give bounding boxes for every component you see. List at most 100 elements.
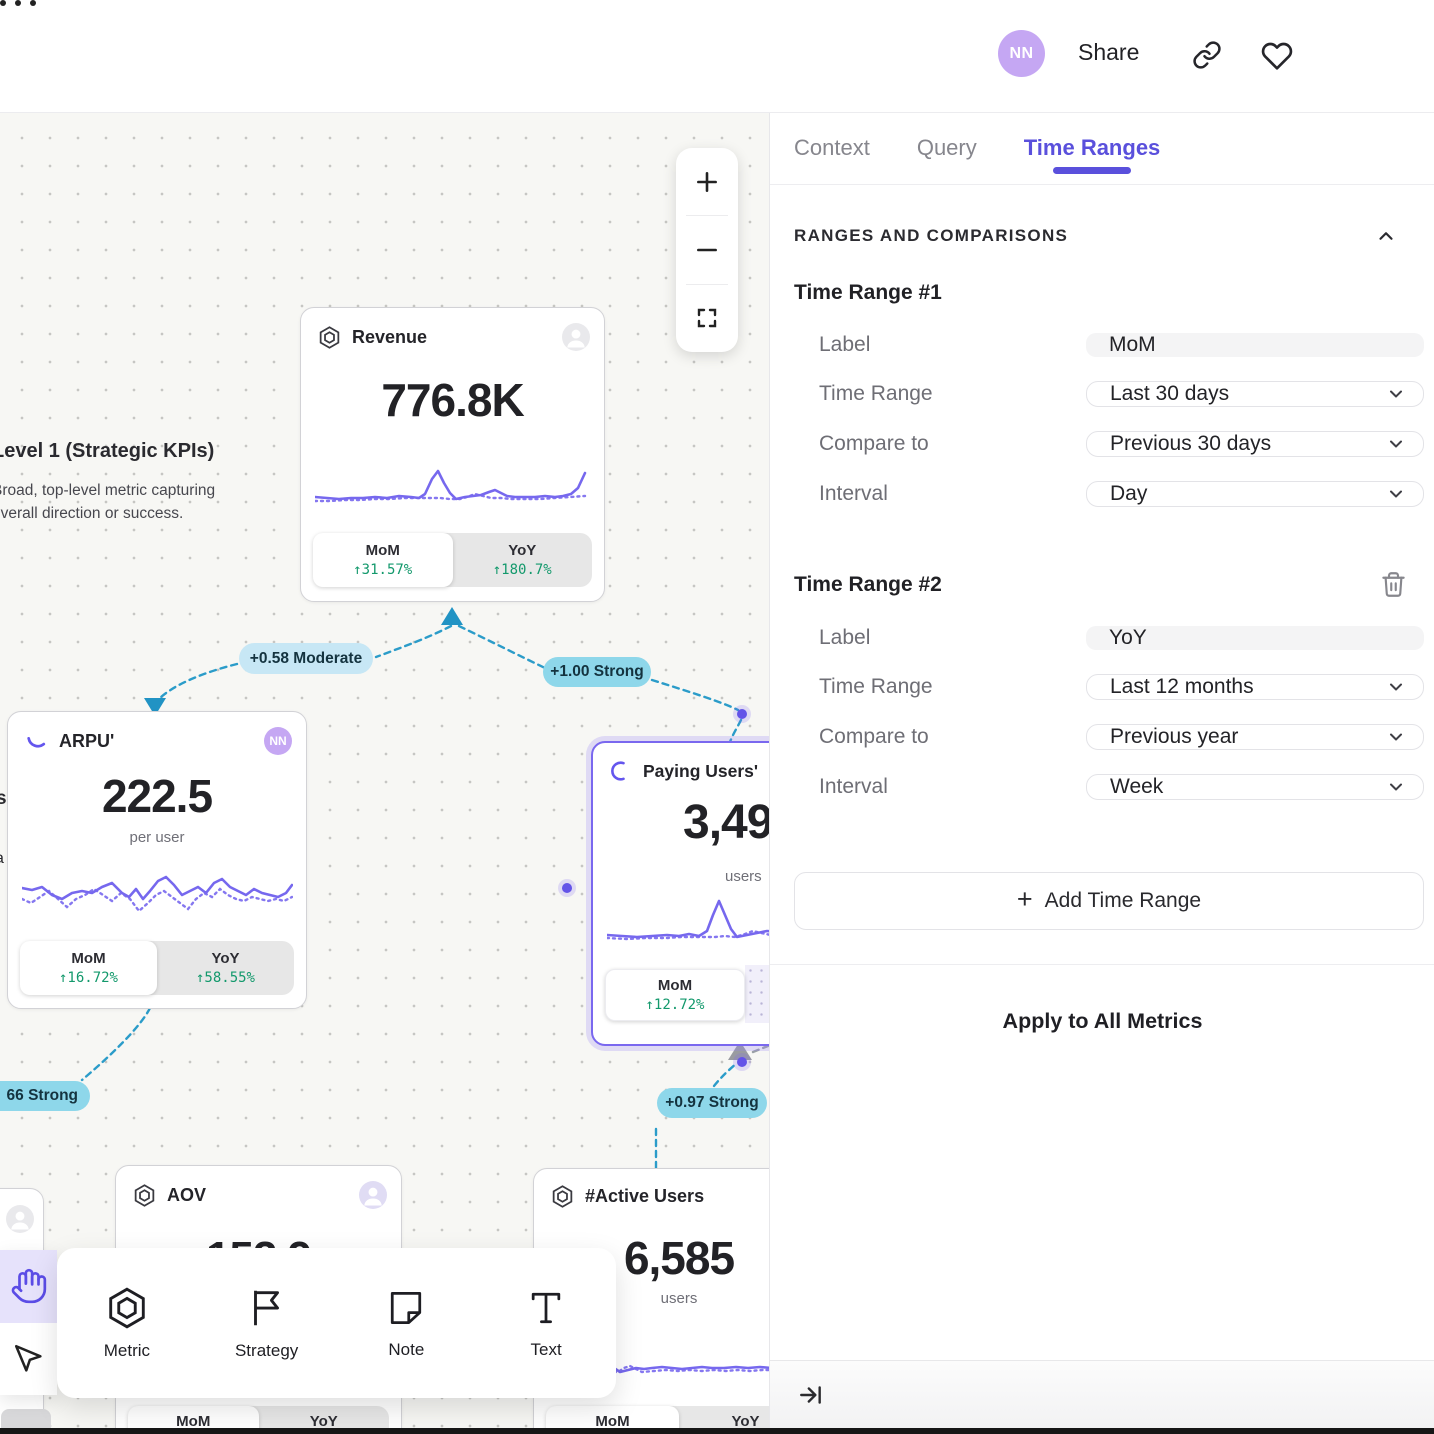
correlation-label[interactable]: +1.00 Strong bbox=[543, 657, 651, 687]
share-button[interactable]: Share bbox=[1078, 39, 1139, 66]
owner-avatar-placeholder[interactable] bbox=[562, 323, 590, 351]
compare-to-select[interactable]: Previous 30 days bbox=[1086, 431, 1424, 457]
toggle-yoy[interactable]: YoY ↑58.55% bbox=[157, 941, 294, 995]
comparison-toggle: MoM ↑16.72% YoY ↑58.55% bbox=[20, 941, 294, 995]
favorite-heart-icon[interactable] bbox=[1261, 40, 1293, 72]
field-label: Time Range bbox=[819, 382, 933, 406]
field-label: Interval bbox=[819, 482, 888, 506]
metric-value: 3,499 bbox=[683, 795, 769, 850]
correlation-label[interactable]: 66 Strong bbox=[0, 1081, 90, 1111]
label-input-value: MoM bbox=[1109, 333, 1156, 357]
interval-select[interactable]: Week bbox=[1086, 774, 1424, 800]
zoom-control bbox=[676, 148, 738, 352]
chevron-down-icon bbox=[1386, 434, 1406, 454]
zoom-out-button[interactable] bbox=[676, 216, 738, 283]
metric-unit: users bbox=[725, 868, 762, 885]
toggle-value: ↑12.72% bbox=[645, 997, 704, 1013]
chevron-up-icon[interactable] bbox=[1375, 225, 1397, 247]
select-value: Previous year bbox=[1110, 725, 1238, 749]
metric-tree-canvas[interactable]: s a Level 1 (Strategic KPIs) Broad, top-… bbox=[0, 112, 769, 1434]
metric-hexagon-icon bbox=[317, 325, 342, 350]
toggle-label: MoM bbox=[366, 542, 400, 559]
correlation-label[interactable]: +0.97 Strong bbox=[657, 1088, 767, 1118]
text-tool-button[interactable]: Text bbox=[476, 1286, 616, 1360]
field-label: Time Range bbox=[819, 675, 933, 699]
label-input-value: YoY bbox=[1109, 626, 1147, 650]
owner-avatar-placeholder[interactable] bbox=[6, 1205, 34, 1233]
hand-tool-button[interactable] bbox=[0, 1250, 57, 1323]
time-range-2-title: Time Range #2 bbox=[794, 573, 942, 597]
tab-query[interactable]: Query bbox=[917, 135, 977, 161]
bottom-edge-bar bbox=[0, 1428, 1434, 1434]
chevron-down-icon bbox=[1386, 777, 1406, 797]
note-icon bbox=[384, 1286, 428, 1330]
owner-avatar[interactable]: NN bbox=[264, 727, 292, 755]
chevron-down-icon bbox=[1386, 677, 1406, 697]
owner-avatar-placeholder[interactable] bbox=[359, 1181, 387, 1209]
interval-select[interactable]: Day bbox=[1086, 481, 1424, 507]
toggle-value: ↑58.55% bbox=[196, 970, 255, 986]
tool-label: Note bbox=[388, 1340, 424, 1360]
toggle-mom[interactable]: MoM ↑31.57% bbox=[313, 533, 453, 587]
add-time-range-button[interactable]: + Add Time Range bbox=[794, 872, 1424, 930]
select-value: Previous 30 days bbox=[1110, 432, 1271, 456]
apply-all-metrics-button[interactable]: Apply to All Metrics bbox=[770, 1009, 1434, 1034]
card-title: Revenue bbox=[352, 327, 552, 348]
toggle-mom[interactable]: MoM ↑12.72% bbox=[605, 969, 745, 1021]
more-options-icon[interactable] bbox=[0, 0, 1434, 6]
link-icon[interactable] bbox=[1192, 40, 1222, 70]
card-title: AOV bbox=[167, 1185, 349, 1206]
metric-tool-button[interactable]: Metric bbox=[57, 1285, 197, 1361]
select-value: Day bbox=[1110, 482, 1147, 506]
toggle-value: ↑180.7% bbox=[493, 562, 552, 578]
flag-icon bbox=[244, 1285, 290, 1331]
sparkline bbox=[607, 893, 769, 951]
field-label: Compare to bbox=[819, 432, 929, 456]
note-tool-button[interactable]: Note bbox=[337, 1286, 477, 1360]
fit-view-button[interactable] bbox=[676, 285, 738, 352]
crescent-icon bbox=[609, 759, 633, 783]
metric-value: 222.5 bbox=[8, 769, 306, 823]
card-title: Paying Users' bbox=[643, 761, 769, 782]
field-label: Label bbox=[819, 333, 870, 357]
time-range-1-title: Time Range #1 bbox=[794, 281, 1434, 305]
field-label: Interval bbox=[819, 775, 888, 799]
toggle-yoy[interactable]: YoY ↑180.7% bbox=[453, 533, 593, 587]
plus-icon: + bbox=[1017, 884, 1033, 915]
ranges-section-header[interactable]: RANGES AND COMPARISONS bbox=[794, 225, 1397, 247]
user-avatar[interactable]: NN bbox=[998, 30, 1045, 77]
chevron-down-icon bbox=[1386, 384, 1406, 404]
section-title: RANGES AND COMPARISONS bbox=[794, 226, 1068, 246]
metric-unit: per user bbox=[8, 829, 306, 846]
collapse-panel-icon[interactable] bbox=[798, 1382, 824, 1408]
toggle-mom[interactable]: MoM ↑16.72% bbox=[20, 941, 157, 995]
select-value: Last 12 months bbox=[1110, 675, 1254, 699]
trash-icon[interactable] bbox=[1380, 571, 1407, 598]
metric-card-paying-users[interactable]: Paying Users' 3,499 users MoM ↑12.72% bbox=[591, 741, 769, 1046]
settings-panel: Context Query Time Ranges RANGES AND COM… bbox=[769, 112, 1434, 1434]
zoom-in-button[interactable] bbox=[676, 148, 738, 215]
time-range-select[interactable]: Last 30 days bbox=[1086, 381, 1424, 407]
tool-label: Strategy bbox=[235, 1341, 298, 1361]
metric-card-arpu[interactable]: ARPU' NN 222.5 per user MoM ↑16.72% YoY … bbox=[7, 711, 307, 1009]
correlation-label[interactable]: +0.58 Moderate bbox=[239, 643, 373, 674]
metric-card-revenue[interactable]: Revenue 776.8K MoM ↑31.57% YoY ↑180.7% bbox=[300, 307, 605, 602]
chevron-down-icon bbox=[1386, 727, 1406, 747]
tab-time-ranges[interactable]: Time Ranges bbox=[1024, 135, 1161, 161]
metric-hexagon-icon bbox=[132, 1183, 157, 1208]
label-input[interactable]: MoM bbox=[1086, 333, 1424, 357]
toggle-label: YoY bbox=[508, 542, 536, 559]
metric-hexagon-icon bbox=[550, 1184, 575, 1209]
toggle-value: ↑31.57% bbox=[353, 562, 412, 578]
strategy-tool-button[interactable]: Strategy bbox=[197, 1285, 337, 1361]
field-label: Label bbox=[819, 626, 870, 650]
tab-context[interactable]: Context bbox=[794, 135, 870, 161]
card-title: #Active Users bbox=[585, 1186, 769, 1207]
label-input[interactable]: YoY bbox=[1086, 626, 1424, 650]
tool-label: Text bbox=[531, 1340, 562, 1360]
compare-to-select[interactable]: Previous year bbox=[1086, 724, 1424, 750]
time-range-select[interactable]: Last 12 months bbox=[1086, 674, 1424, 700]
toggle-yoy-clipped[interactable] bbox=[745, 965, 769, 1023]
select-tool-button[interactable] bbox=[0, 1323, 57, 1396]
add-time-range-label: Add Time Range bbox=[1045, 889, 1201, 913]
